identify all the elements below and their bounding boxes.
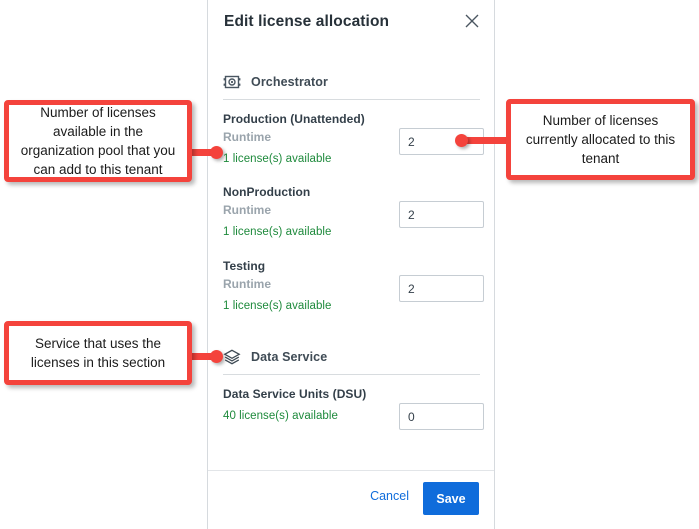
data-service-icon: [223, 348, 241, 366]
cancel-button[interactable]: Cancel: [370, 489, 409, 503]
section-title: Data Service: [251, 350, 328, 364]
license-subtitle: Runtime: [223, 203, 271, 217]
screenshot-root: Edit license allocation Orchestrator Pro…: [0, 0, 699, 529]
dialog-body: Orchestrator Production (Unattended) Run…: [208, 48, 494, 471]
license-available-text: 40 license(s) available: [223, 410, 338, 422]
close-icon[interactable]: [465, 14, 479, 28]
license-available-text: 1 license(s) available: [223, 226, 332, 238]
license-row-labels: Testing Runtime 1 license(s) available: [223, 258, 398, 314]
save-button[interactable]: Save: [423, 482, 479, 515]
license-quantity-input[interactable]: [399, 275, 484, 302]
license-title: Production (Unattended): [223, 112, 365, 126]
callout-text: Number of licenses currently allocated t…: [525, 113, 676, 166]
license-available-text: 1 license(s) available: [223, 153, 332, 165]
callout-leader-dot-available-pool: [210, 146, 223, 159]
license-subtitle: Runtime: [223, 277, 271, 291]
license-row-labels: Production (Unattended) Runtime 1 licens…: [223, 111, 398, 167]
page-title: Edit license allocation: [224, 13, 390, 30]
license-subtitle: Runtime: [223, 130, 271, 144]
callout-text: Number of licenses available in the orga…: [20, 105, 176, 177]
callout-service-section: Service that uses the licenses in this s…: [4, 321, 192, 385]
edit-license-allocation-dialog: Edit license allocation Orchestrator Pro…: [207, 0, 495, 529]
section-data-service: Data Service: [223, 344, 480, 375]
callout-available-pool: Number of licenses available in the orga…: [4, 100, 192, 182]
callout-leader-line-allocated: [462, 137, 512, 144]
license-title: Data Service Units (DSU): [223, 387, 367, 401]
license-quantity-input[interactable]: [399, 201, 484, 228]
callout-leader-dot-allocated: [455, 134, 468, 147]
license-title: NonProduction: [223, 185, 311, 199]
license-row-labels: NonProduction Runtime 1 license(s) avail…: [223, 184, 398, 240]
orchestrator-icon: [223, 73, 241, 91]
callout-leader-dot-service-section: [210, 350, 223, 363]
callout-text: Service that uses the licenses in this s…: [30, 336, 166, 370]
section-header: Data Service: [223, 344, 480, 375]
callout-allocated: Number of licenses currently allocated t…: [506, 99, 695, 180]
dialog-header: Edit license allocation: [208, 0, 494, 48]
license-quantity-input[interactable]: [399, 403, 484, 430]
license-row-labels: Data Service Units (DSU) 40 license(s) a…: [223, 386, 398, 424]
license-available-text: 1 license(s) available: [223, 300, 332, 312]
license-title: Testing: [223, 259, 266, 273]
section-header: Orchestrator: [223, 69, 480, 100]
dialog-footer: Cancel Save: [208, 470, 494, 529]
section-title: Orchestrator: [251, 75, 328, 89]
section-orchestrator: Orchestrator: [223, 69, 480, 100]
